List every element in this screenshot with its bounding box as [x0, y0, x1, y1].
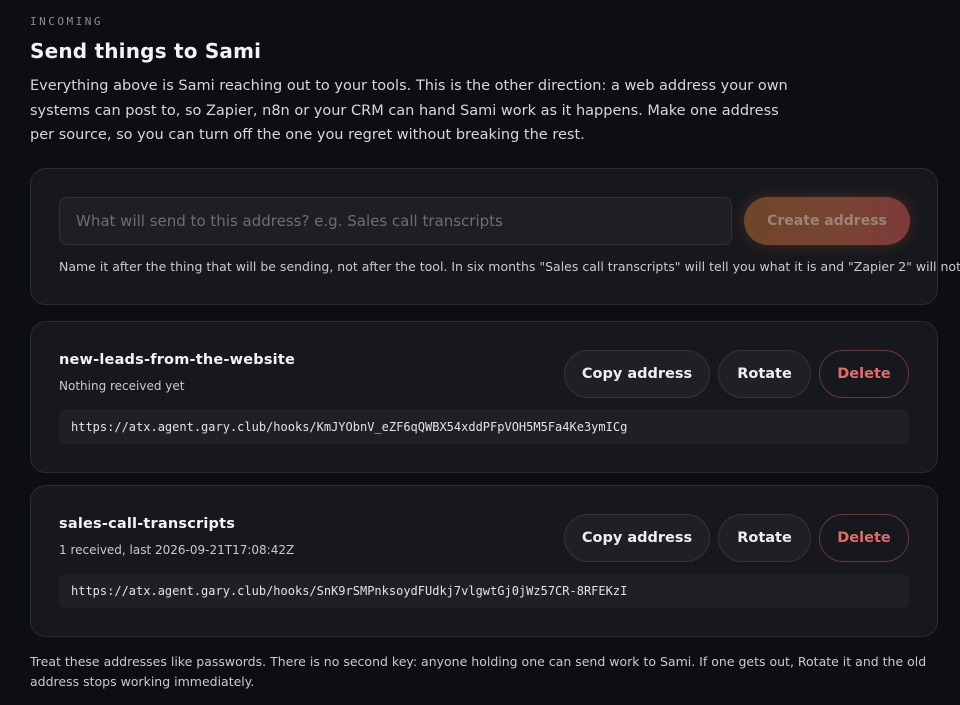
rotate-button[interactable]: Rotate [718, 514, 811, 562]
delete-button[interactable]: Delete [819, 514, 909, 562]
webhook-url[interactable]: https://atx.agent.gary.club/hooks/KmJYOb… [59, 410, 909, 444]
section-eyebrow: INCOMING [30, 15, 103, 28]
create-hint: Name it after the thing that will be sen… [59, 259, 960, 274]
webhook-card: new-leads-from-the-website Nothing recei… [30, 321, 938, 473]
webhook-name: sales-call-transcripts [59, 516, 236, 532]
section-intro: Everything above is Sami reaching out to… [30, 78, 788, 143]
security-note: Treat these addresses like passwords. Th… [30, 654, 927, 689]
copy-address-button[interactable]: Copy address [564, 350, 710, 398]
rotate-button[interactable]: Rotate [718, 350, 811, 398]
webhook-card: sales-call-transcripts 1 received, last … [30, 485, 938, 637]
create-address-card: Create address Name it after the thing t… [30, 168, 960, 305]
webhook-status: Nothing received yet [59, 379, 185, 393]
section-title: Send things to Sami [30, 39, 262, 63]
address-name-input[interactable] [59, 197, 732, 245]
create-address-button[interactable]: Create address [744, 197, 910, 245]
webhook-status: 1 received, last 2026-09-21T17:08:42Z [59, 543, 295, 557]
copy-address-button[interactable]: Copy address [564, 514, 710, 562]
webhook-url[interactable]: https://atx.agent.gary.club/hooks/SnK9rS… [59, 574, 909, 608]
delete-button[interactable]: Delete [819, 350, 909, 398]
webhook-name: new-leads-from-the-website [59, 352, 296, 368]
